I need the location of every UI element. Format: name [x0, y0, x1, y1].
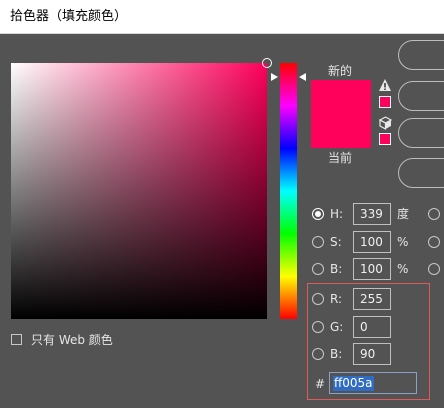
color-libraries-button[interactable] — [398, 158, 444, 188]
warning-triangle-icon[interactable] — [378, 78, 392, 92]
radio-g[interactable] — [312, 321, 324, 333]
cancel-button[interactable] — [398, 81, 444, 111]
g-field[interactable]: 0 — [353, 316, 391, 338]
current-color-label: 当前 — [328, 151, 353, 165]
r-field[interactable]: 255 — [353, 288, 391, 310]
radio-lab-l[interactable] — [428, 208, 440, 220]
hex-input[interactable]: ff005a — [329, 372, 417, 394]
web-safe-swatch[interactable] — [379, 133, 391, 145]
cube-icon[interactable] — [379, 116, 392, 130]
s-label: S: — [330, 235, 342, 249]
r-label: R: — [330, 292, 343, 306]
radio-lab-b[interactable] — [428, 263, 440, 275]
radio-rgb-b[interactable] — [312, 348, 324, 360]
s-unit: % — [397, 235, 409, 249]
radio-hsb-b[interactable] — [312, 263, 324, 275]
g-label: G: — [330, 320, 344, 334]
rgb-b-label: B: — [330, 347, 343, 361]
saturation-brightness-field[interactable] — [11, 58, 272, 319]
current-color-swatch[interactable] — [311, 116, 371, 148]
hue-slider-left-arrow-icon[interactable] — [271, 73, 278, 81]
web-colors-only-checkbox[interactable] — [11, 334, 22, 345]
gamut-warning-swatch[interactable] — [379, 96, 391, 108]
ok-button[interactable] — [398, 40, 444, 70]
hue-slider[interactable] — [280, 63, 297, 319]
hsb-b-unit: % — [397, 262, 409, 276]
hex-value-selected[interactable]: ff005a — [333, 376, 374, 391]
new-color-label: 新的 — [328, 64, 353, 78]
h-label: H: — [330, 207, 344, 221]
web-colors-only-label: 只有 Web 颜色 — [31, 333, 113, 347]
radio-s[interactable] — [312, 236, 324, 248]
radio-r[interactable] — [312, 293, 324, 305]
color-field-cursor[interactable] — [262, 58, 272, 68]
radio-lab-a[interactable] — [428, 236, 440, 248]
hue-slider-right-arrow-icon[interactable] — [299, 73, 306, 81]
s-field[interactable]: 100 — [353, 231, 391, 253]
hsb-b-field[interactable]: 100 — [353, 258, 391, 280]
h-unit: 度 — [397, 207, 410, 221]
hsb-b-label: B: — [330, 262, 343, 276]
add-to-swatches-button[interactable] — [398, 118, 444, 148]
new-color-swatch — [311, 80, 371, 116]
title-bar: 拾色器（填充颜色） — [0, 0, 444, 34]
radio-h[interactable] — [312, 208, 324, 220]
h-field[interactable]: 339 — [353, 203, 391, 225]
window-title: 拾色器（填充颜色） — [10, 9, 128, 24]
hex-label: # — [315, 377, 326, 391]
rgb-b-field[interactable]: 90 — [353, 343, 391, 365]
